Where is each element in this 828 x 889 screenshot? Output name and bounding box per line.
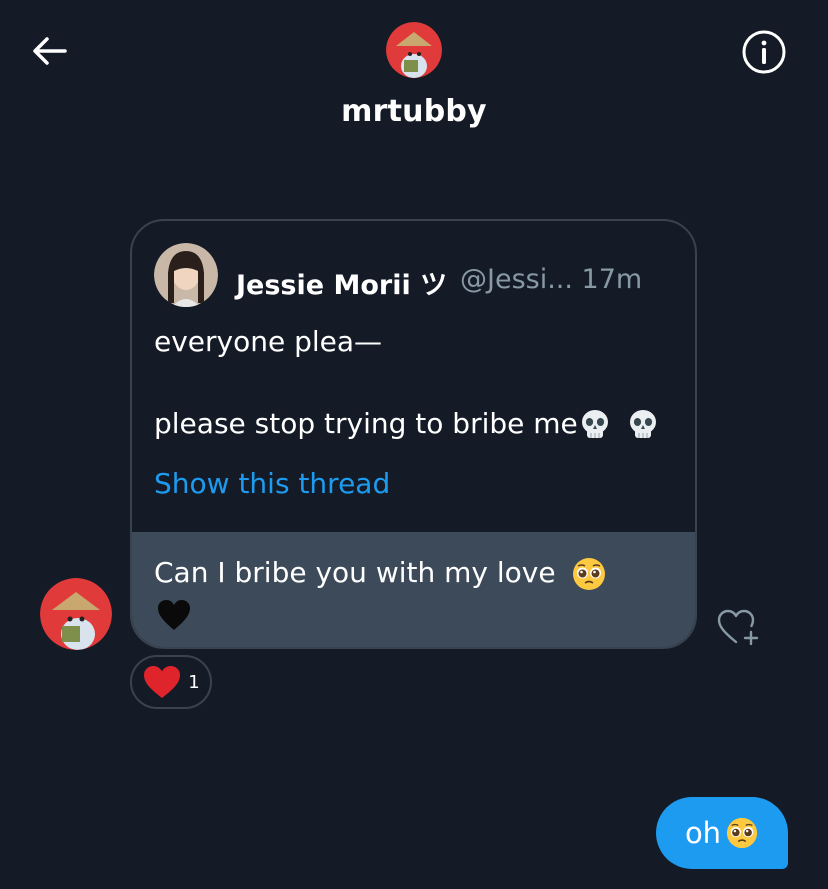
conversation-title[interactable]: mrtubby	[0, 94, 828, 129]
received-message-line-1: Can I bribe you with my love	[154, 556, 607, 592]
tweet-author-name[interactable]: Jessie Morii ツ	[236, 263, 447, 302]
back-button[interactable]	[26, 28, 72, 74]
info-icon	[742, 30, 786, 74]
received-message-text: Can I bribe you with my love	[154, 556, 556, 589]
info-button[interactable]	[740, 28, 788, 76]
reaction-count: 1	[188, 671, 200, 693]
skull-emoji	[581, 410, 608, 438]
received-message-bubble[interactable]: Can I bribe you with my love	[132, 532, 695, 647]
reaction-summary[interactable]: 1	[130, 655, 212, 709]
header-avatar[interactable]	[386, 22, 442, 78]
pleading-face-emoji	[572, 558, 605, 590]
sender-avatar[interactable]	[40, 578, 112, 650]
show-thread-link[interactable]: Show this thread	[154, 467, 390, 500]
pleading-face-emoji	[726, 817, 758, 849]
sent-message-bubble[interactable]: oh	[656, 797, 788, 869]
quoted-tweet-card[interactable]: Jessie Morii ツ @Jessi... 17m everyone pl…	[130, 219, 697, 649]
skull-emoji	[629, 410, 656, 438]
received-message-line-2	[156, 598, 192, 632]
sent-message-text: oh	[684, 816, 722, 850]
tweet-author-avatar[interactable]	[154, 243, 218, 307]
tweet-text-line-2-label: please stop trying to bribe me	[154, 407, 578, 440]
tweet-text-line-1: everyone plea—	[154, 325, 383, 358]
red-heart-emoji	[144, 666, 181, 698]
arrow-left-icon	[33, 37, 67, 65]
black-heart-emoji	[158, 600, 190, 630]
heart-plus-icon	[717, 609, 759, 646]
tweet-handle-time: @Jessi... 17m	[460, 264, 643, 295]
tweet-text-line-2: please stop trying to bribe me	[154, 407, 660, 442]
add-reaction-button[interactable]	[713, 604, 763, 650]
